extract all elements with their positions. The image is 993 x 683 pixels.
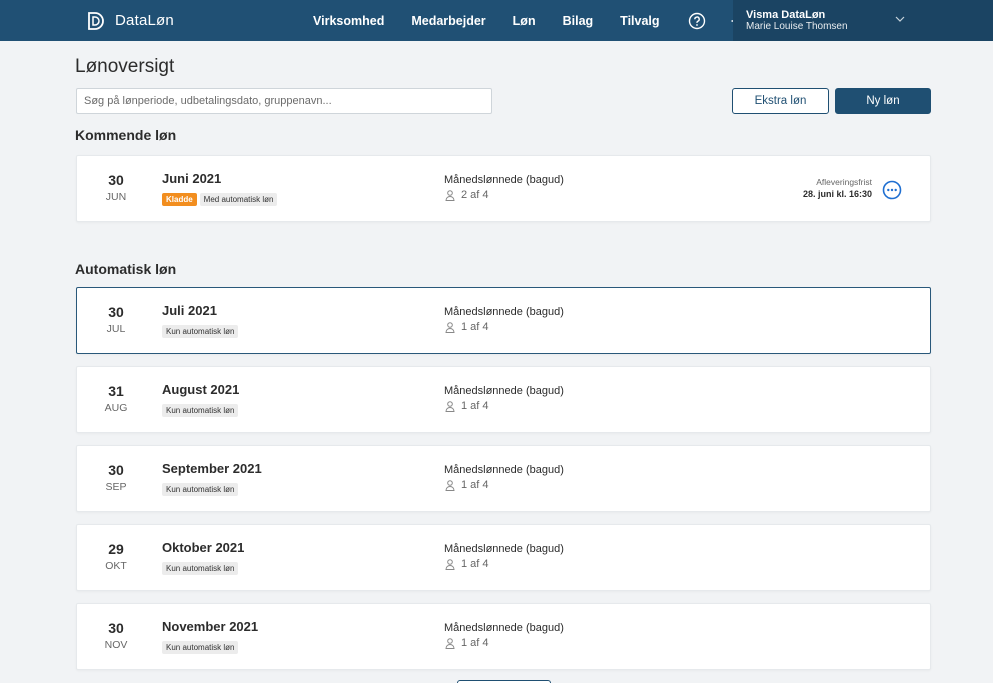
employee-group: Månedslønnede (bagud) <box>444 306 564 318</box>
nav-virksomhed[interactable]: Virksomhed <box>313 14 384 28</box>
auto-only-badge: Kun automatisk løn <box>162 641 239 654</box>
employee-count: 1 af 4 <box>445 400 489 412</box>
payroll-card-nov[interactable]: 30 NOV November 2021 Kun automatisk løn … <box>76 603 931 670</box>
pay-day: 30 <box>108 304 124 320</box>
employee-group: Månedslønnede (bagud) <box>444 464 564 476</box>
nav-tilvalg[interactable]: Tilvalg <box>620 14 659 28</box>
draft-badge: Kladde <box>162 193 197 206</box>
nav-bilag[interactable]: Bilag <box>563 14 594 28</box>
more-options-icon[interactable] <box>882 180 902 200</box>
pay-day: 31 <box>108 383 124 399</box>
pay-day: 30 <box>108 462 124 478</box>
auto-only-badge: Kun automatisk løn <box>162 325 239 338</box>
pay-month: JUN <box>105 191 127 203</box>
employee-group: Månedslønnede (bagud) <box>444 385 564 397</box>
person-icon <box>445 321 455 333</box>
pay-day: 30 <box>108 172 124 188</box>
automatic-section-title: Automatisk løn <box>75 261 177 277</box>
employee-group: Månedslønnede (bagud) <box>444 622 564 634</box>
employee-count-text: 1 af 4 <box>461 637 489 649</box>
payroll-card-sep[interactable]: 30 SEP September 2021 Kun automatisk løn… <box>76 445 931 512</box>
employee-count-text: 2 af 4 <box>461 189 489 201</box>
payroll-card-aug[interactable]: 31 AUG August 2021 Kun automatisk løn Må… <box>76 366 931 433</box>
employee-count-text: 1 af 4 <box>461 321 489 333</box>
auto-only-badge: Kun automatisk løn <box>162 404 239 417</box>
chevron-down-icon <box>895 16 905 22</box>
pay-day: 29 <box>108 541 124 557</box>
pay-month: AUG <box>104 402 128 414</box>
upcoming-section-title: Kommende løn <box>75 127 177 143</box>
person-icon <box>445 558 455 570</box>
top-navigation-bar: DataLøn Virksomhed Medarbejder Løn Bilag… <box>0 0 993 41</box>
period-title: Juni 2021 <box>162 171 222 186</box>
period-title: November 2021 <box>162 619 259 634</box>
person-icon <box>445 637 455 649</box>
employee-count: 1 af 4 <box>445 321 489 333</box>
employee-count: 1 af 4 <box>445 479 489 491</box>
person-icon <box>445 400 455 412</box>
person-icon <box>445 479 455 491</box>
search-input[interactable] <box>76 88 492 114</box>
auto-only-badge: Kun automatisk løn <box>162 483 239 496</box>
period-title: August 2021 <box>162 382 240 397</box>
employee-count: 1 af 4 <box>445 558 489 570</box>
payroll-card-upcoming[interactable]: 30 JUN Juni 2021 Kladde Med automatisk l… <box>76 155 931 222</box>
account-menu[interactable]: Visma DataLøn Marie Louise Thomsen <box>733 0 993 41</box>
payroll-card-okt[interactable]: 29 OKT Oktober 2021 Kun automatisk løn M… <box>76 524 931 591</box>
employee-count-text: 1 af 4 <box>461 400 489 412</box>
new-payroll-button[interactable]: Ny løn <box>835 88 931 114</box>
employee-count: 2 af 4 <box>445 189 489 201</box>
main-nav: Virksomhed Medarbejder Løn Bilag Tilvalg <box>313 0 771 41</box>
pay-day: 30 <box>108 620 124 636</box>
extra-payroll-button[interactable]: Ekstra løn <box>732 88 829 114</box>
account-user: Marie Louise Thomsen <box>746 20 848 32</box>
brand-name: DataLøn <box>115 12 174 29</box>
pay-month: JUL <box>106 323 126 335</box>
auto-badge: Med automatisk løn <box>199 193 278 206</box>
deadline: Afleveringsfrist 28. juni kl. 16:30 <box>803 177 872 199</box>
period-title: Oktober 2021 <box>162 540 245 555</box>
employee-group: Månedslønnede (bagud) <box>444 174 564 186</box>
employee-count: 1 af 4 <box>445 637 489 649</box>
pay-month: SEP <box>105 481 127 493</box>
deadline-label: Afleveringsfrist <box>816 177 872 187</box>
pay-month: NOV <box>104 639 128 651</box>
nav-lon[interactable]: Løn <box>513 14 536 28</box>
brand-logo[interactable]: DataLøn <box>84 10 174 32</box>
person-icon <box>445 189 455 201</box>
help-icon[interactable] <box>687 11 707 31</box>
pay-month: OKT <box>105 560 127 572</box>
auto-only-badge: Kun automatisk løn <box>162 562 239 575</box>
employee-group: Månedslønnede (bagud) <box>444 543 564 555</box>
page-title: Lønoversigt <box>75 56 175 77</box>
employee-count-text: 1 af 4 <box>461 479 489 491</box>
account-company: Visma DataLøn <box>746 8 826 21</box>
period-title: September 2021 <box>162 461 262 476</box>
nav-medarbejder[interactable]: Medarbejder <box>411 14 485 28</box>
period-title: Juli 2021 <box>162 303 217 318</box>
employee-count-text: 1 af 4 <box>461 558 489 570</box>
datalon-logo-icon <box>88 11 104 30</box>
deadline-value: 28. juni kl. 16:30 <box>802 189 872 199</box>
payroll-card-jul[interactable]: 30 JUL Juli 2021 Kun automatisk løn Måne… <box>76 287 931 354</box>
